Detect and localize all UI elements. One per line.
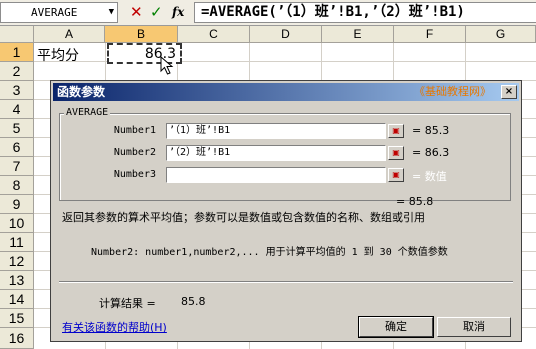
row-header-3[interactable]: 3 — [0, 81, 34, 100]
formula-input[interactable]: =AVERAGE(’（1）班’!B1,’（2）班’!B1) — [194, 2, 536, 23]
formula-bar: AVERAGE ▼ ✕ ✓ fx =AVERAGE(’（1）班’!B1,’（2）… — [0, 0, 536, 26]
dialog-titlebar[interactable]: 函数参数 《基础教程网》 × — [53, 83, 519, 101]
arguments-group: AVERAGE Number1 ’（1）班’!B1 ▣ = 85.3 Numbe… — [59, 107, 511, 201]
cancel-icon[interactable]: ✕ — [130, 3, 143, 21]
number1-input[interactable]: ’（1）班’!B1 — [166, 123, 386, 139]
select-all-corner[interactable] — [0, 26, 34, 43]
row-header-4[interactable]: 4 — [0, 100, 34, 119]
number2-input[interactable]: ’（2）班’!B1 — [166, 145, 386, 161]
column-header-b[interactable]: B — [105, 26, 178, 43]
row-header-15[interactable]: 15 — [0, 309, 34, 328]
range-select-icon[interactable]: ▣ — [388, 168, 404, 182]
mouse-cursor-icon — [160, 56, 174, 75]
column-header-e[interactable]: E — [322, 26, 394, 43]
row-header-8[interactable]: 8 — [0, 176, 34, 195]
calc-result-value: 85.8 — [181, 295, 206, 308]
range-select-icon[interactable]: ▣ — [388, 146, 404, 160]
row-header-1[interactable]: 1 — [0, 43, 34, 62]
close-button[interactable]: × — [501, 85, 517, 99]
range-select-icon[interactable]: ▣ — [388, 124, 404, 138]
row-header-9[interactable]: 9 — [0, 195, 34, 214]
function-arguments-dialog: 函数参数 《基础教程网》 × AVERAGE Number1 ’（1）班’!B1… — [50, 80, 522, 342]
number1-label: Number1 — [113, 125, 156, 136]
row-header-13[interactable]: 13 — [0, 271, 34, 290]
watermark-text: 《基础教程网》 — [414, 85, 491, 98]
number3-result: = 数值 — [412, 170, 447, 183]
argument-hint: Number2: number1,number2,... 用于计算平均值的 1 … — [91, 247, 448, 258]
enter-icon[interactable]: ✓ — [150, 3, 163, 21]
insert-function-icon[interactable]: fx — [172, 3, 184, 21]
divider — [59, 281, 513, 283]
number1-result: = 85.3 — [412, 124, 450, 137]
row-header-11[interactable]: 11 — [0, 233, 34, 252]
row-header-12[interactable]: 12 — [0, 252, 34, 271]
column-header-g[interactable]: G — [466, 26, 536, 43]
help-link[interactable]: 有关该函数的帮助(H) — [62, 319, 167, 335]
column-header-c[interactable]: C — [178, 26, 250, 43]
column-header-f[interactable]: F — [394, 26, 466, 43]
cancel-button[interactable]: 取消 — [437, 317, 511, 337]
row-header-14[interactable]: 14 — [0, 290, 34, 309]
row-header-5[interactable]: 5 — [0, 119, 34, 138]
dialog-title: 函数参数 — [57, 85, 106, 99]
formula-result: = 85.8 — [396, 195, 434, 208]
row-header-2[interactable]: 2 — [0, 62, 34, 81]
column-header-a[interactable]: A — [34, 26, 105, 43]
chevron-down-icon[interactable]: ▼ — [109, 3, 114, 22]
number2-result: = 86.3 — [412, 146, 450, 159]
ok-button[interactable]: 确定 — [358, 316, 434, 338]
number2-label: Number2 — [113, 147, 156, 158]
row-header-6[interactable]: 6 — [0, 138, 34, 157]
row-header-16[interactable]: 16 — [0, 328, 34, 349]
function-description: 返回其参数的算术平均值；参数可以是数值或包含数值的名称、数组或引用 — [62, 211, 425, 224]
row-header-10[interactable]: 10 — [0, 214, 34, 233]
cell-a1[interactable]: 平均分 — [37, 45, 79, 65]
calc-result-label: 计算结果 = — [99, 297, 156, 310]
column-header-d[interactable]: D — [250, 26, 322, 43]
name-box-value: AVERAGE — [31, 6, 78, 19]
row-header-7[interactable]: 7 — [0, 157, 34, 176]
name-box[interactable]: AVERAGE ▼ — [0, 2, 118, 23]
number3-label: Number3 — [113, 169, 156, 180]
function-name: AVERAGE — [64, 107, 111, 118]
number3-input[interactable] — [166, 167, 386, 183]
